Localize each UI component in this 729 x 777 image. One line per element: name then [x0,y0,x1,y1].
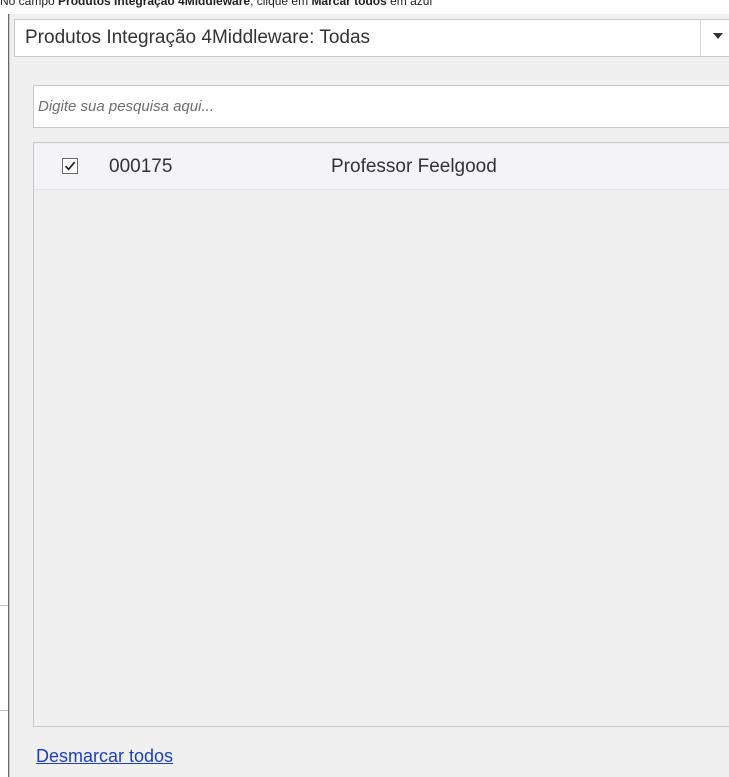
instruction-suffix: em azul [386,0,433,8]
checkmark-icon [64,161,76,171]
instruction-field-name: Produtos Integração 4Middleware [58,0,251,8]
instruction-middle: , clique em [250,0,312,8]
search-input[interactable] [33,85,729,128]
list-item[interactable]: 000175 Professor Feelgood [34,144,729,190]
divider-tick [0,710,8,711]
dropdown-toggle-button[interactable] [700,20,729,56]
instruction-prefix: No campo [0,0,59,8]
divider-tick [0,605,8,606]
screenshot-root: No campo Produtos Integração 4Middleware… [0,0,729,777]
item-code: 000175 [109,156,173,177]
item-name: Professor Feelgood [331,156,497,177]
instruction-text: No campo Produtos Integração 4Middleware… [0,0,432,8]
product-list: 000175 Professor Feelgood [33,142,729,727]
chevron-down-icon [713,33,723,39]
unselect-all-link[interactable]: Desmarcar todos [36,744,173,768]
instruction-action-name: Marcar todos [311,0,387,8]
products-filter-dropdown[interactable]: Produtos Integração 4Middleware: Todas [14,19,729,57]
dropdown-label: Produtos Integração 4Middleware: Todas [25,27,371,48]
item-checkbox[interactable] [62,158,78,174]
